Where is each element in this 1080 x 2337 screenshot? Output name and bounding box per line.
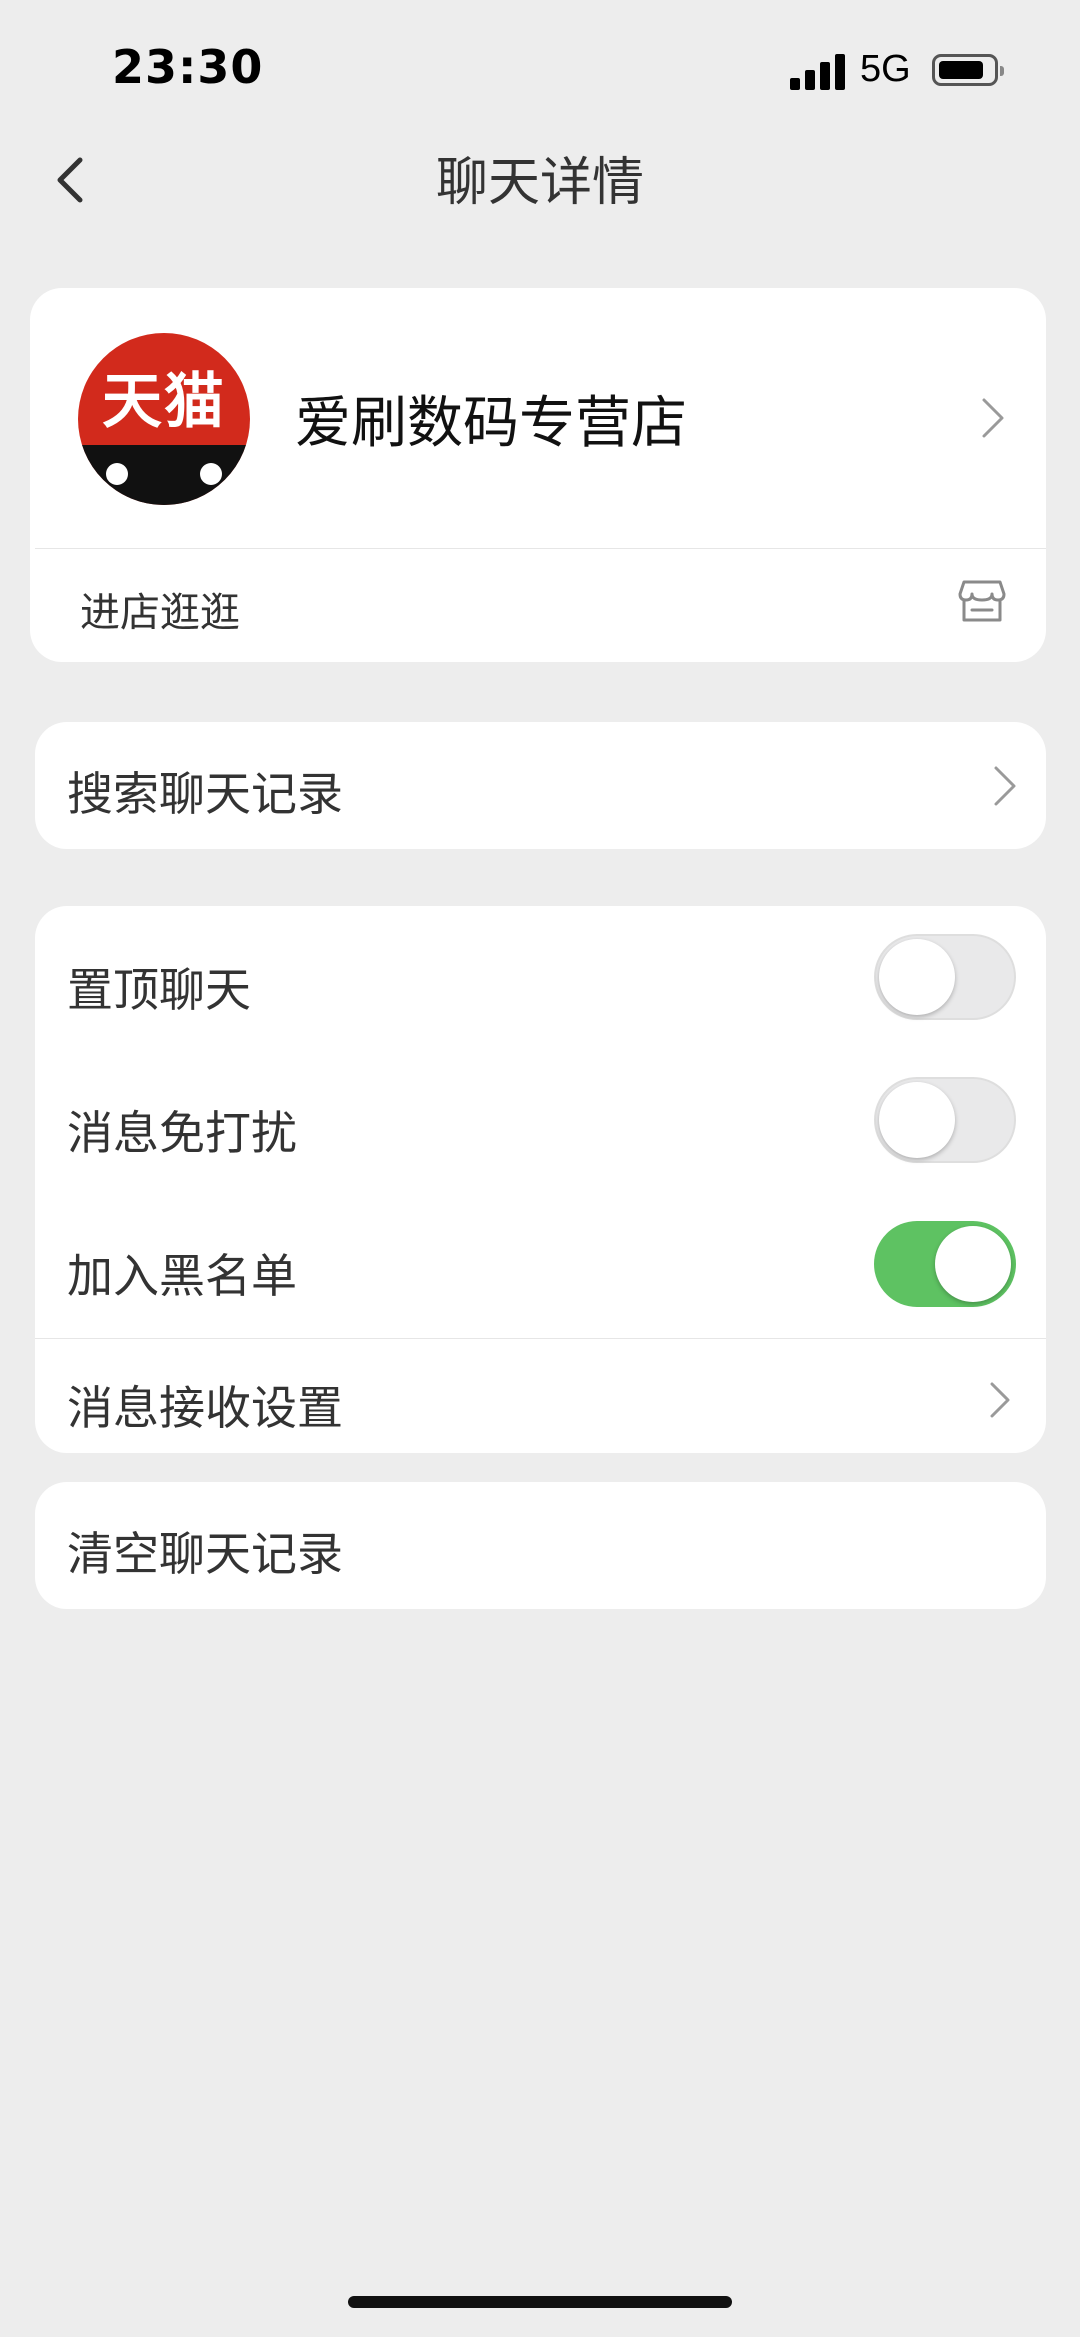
search-history-label: 搜索聊天记录 xyxy=(67,767,343,821)
avatar-logo-text: 天猫 xyxy=(102,367,226,437)
chevron-right-icon xyxy=(988,1378,1014,1422)
chevron-right-icon[interactable] xyxy=(980,396,1006,440)
divider xyxy=(35,548,1046,549)
store-card: 天猫 爱刷数码专营店 进店逛逛 xyxy=(30,288,1046,662)
home-indicator[interactable] xyxy=(348,2296,732,2308)
nav-bar: 聊天详情 xyxy=(0,130,1080,230)
chevron-right-icon xyxy=(992,764,1018,808)
receive-settings-row[interactable]: 消息接收设置 xyxy=(67,1372,343,1438)
status-time: 23:30 xyxy=(112,40,264,94)
search-history-row[interactable]: 搜索聊天记录 xyxy=(35,722,1046,849)
clear-history-label: 清空聊天记录 xyxy=(67,1527,343,1581)
store-name[interactable]: 爱刷数码专营店 xyxy=(295,378,687,459)
page-title: 聊天详情 xyxy=(435,153,644,213)
network-type: 5G xyxy=(860,48,911,90)
divider xyxy=(35,1338,1046,1339)
mute-label: 消息免打扰 xyxy=(67,1106,297,1160)
pin-chat-label: 置顶聊天 xyxy=(67,963,251,1017)
signal-bars-icon xyxy=(790,54,846,90)
cat-face-icon xyxy=(78,445,250,505)
status-bar: 23:30 5G xyxy=(0,0,1080,130)
blacklist-toggle[interactable] xyxy=(874,1221,1016,1307)
settings-card: 置顶聊天 消息免打扰 加入黑名单 消息接收设置 xyxy=(35,906,1046,1453)
visit-store-link[interactable]: 进店逛逛 xyxy=(80,580,240,638)
pin-chat-toggle[interactable] xyxy=(874,934,1016,1020)
clear-history-row[interactable]: 清空聊天记录 xyxy=(35,1482,1046,1609)
blacklist-label: 加入黑名单 xyxy=(67,1249,297,1303)
storefront-icon[interactable] xyxy=(958,578,1006,624)
mute-toggle[interactable] xyxy=(874,1077,1016,1163)
store-avatar[interactable]: 天猫 xyxy=(78,333,250,505)
battery-icon xyxy=(932,54,1004,86)
